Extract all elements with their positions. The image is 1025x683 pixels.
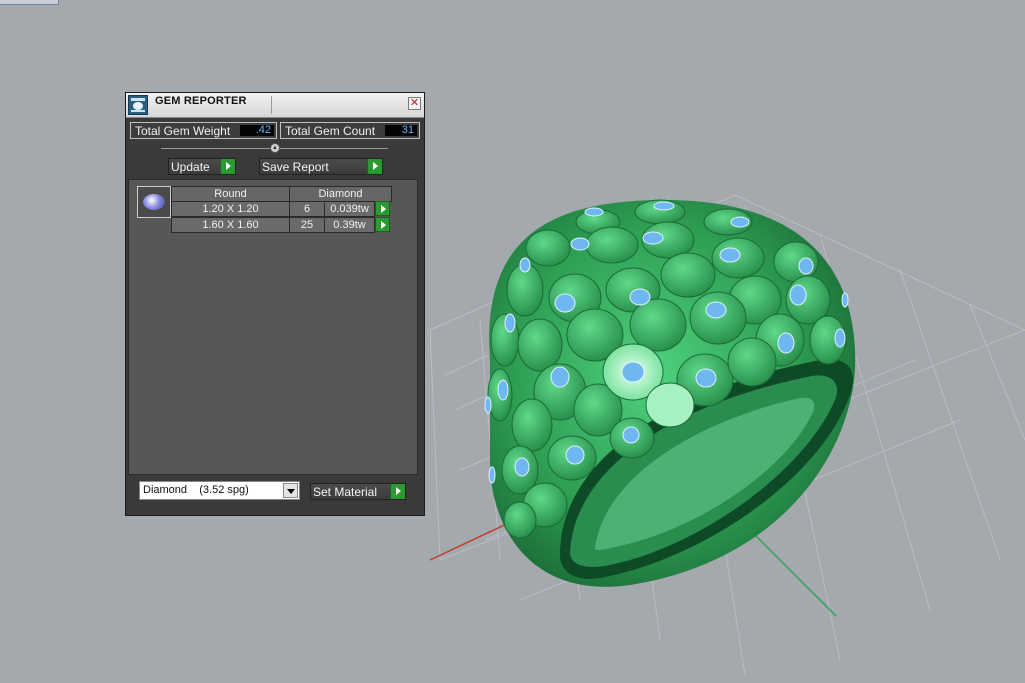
total-gem-weight-value: .42 <box>240 125 274 136</box>
play-arrow-icon[interactable] <box>367 159 382 174</box>
play-arrow-icon[interactable] <box>220 159 235 174</box>
gem-count-cell: 6 <box>289 201 325 217</box>
gem-size-cell: 1.20 X 1.20 <box>171 201 290 217</box>
save-report-button[interactable]: Save Report <box>259 158 383 175</box>
total-gem-weight-field: Total Gem Weight .42 <box>130 122 277 139</box>
gem-reporter-window: GEM REPORTER ✕ Total Gem Weight .42 Tota… <box>125 92 425 516</box>
update-button[interactable]: Update <box>168 158 236 175</box>
row-select-arrow-icon[interactable] <box>375 217 390 232</box>
gem-list-panel: Round Diamond 1.20 X 1.20 6 0.039tw 1.60… <box>128 179 418 475</box>
set-material-button[interactable]: Set Material <box>310 483 406 500</box>
window-title: GEM REPORTER <box>155 95 247 107</box>
gem-reporter-icon <box>128 95 148 115</box>
total-gem-count-value: 31 <box>385 125 417 136</box>
ring-model[interactable] <box>484 199 856 587</box>
slider-thumb-icon[interactable]: ▲ <box>270 143 280 153</box>
total-gem-weight-label: Total Gem Weight <box>135 124 231 138</box>
set-material-button-label: Set Material <box>313 485 378 499</box>
gem-size-cell: 1.60 X 1.60 <box>171 217 290 233</box>
material-dropdown[interactable]: Diamond (3.52 spg) <box>139 481 300 500</box>
row-select-arrow-icon[interactable] <box>375 201 390 216</box>
play-arrow-icon[interactable] <box>390 484 405 499</box>
material-dropdown-value: Diamond (3.52 spg) <box>143 484 249 496</box>
title-divider <box>271 96 272 114</box>
gem-material-header: Diamond <box>289 186 392 202</box>
gem-thumbnail[interactable] <box>137 186 171 218</box>
title-bar[interactable]: GEM REPORTER ✕ <box>126 93 424 118</box>
gem-weight-cell: 0.39tw <box>324 217 375 233</box>
gem-count-cell: 25 <box>289 217 325 233</box>
viewport-tab[interactable] <box>0 0 59 5</box>
gem-weight-cell: 0.039tw <box>324 201 375 217</box>
gem-shape-header: Round <box>171 186 290 202</box>
total-gem-count-label: Total Gem Count <box>285 124 376 138</box>
close-icon[interactable]: ✕ <box>408 97 421 110</box>
total-gem-count-field: Total Gem Count 31 <box>280 122 420 139</box>
update-button-label: Update <box>171 160 210 174</box>
save-report-button-label: Save Report <box>262 160 329 174</box>
dropdown-caret-icon[interactable] <box>283 483 298 498</box>
